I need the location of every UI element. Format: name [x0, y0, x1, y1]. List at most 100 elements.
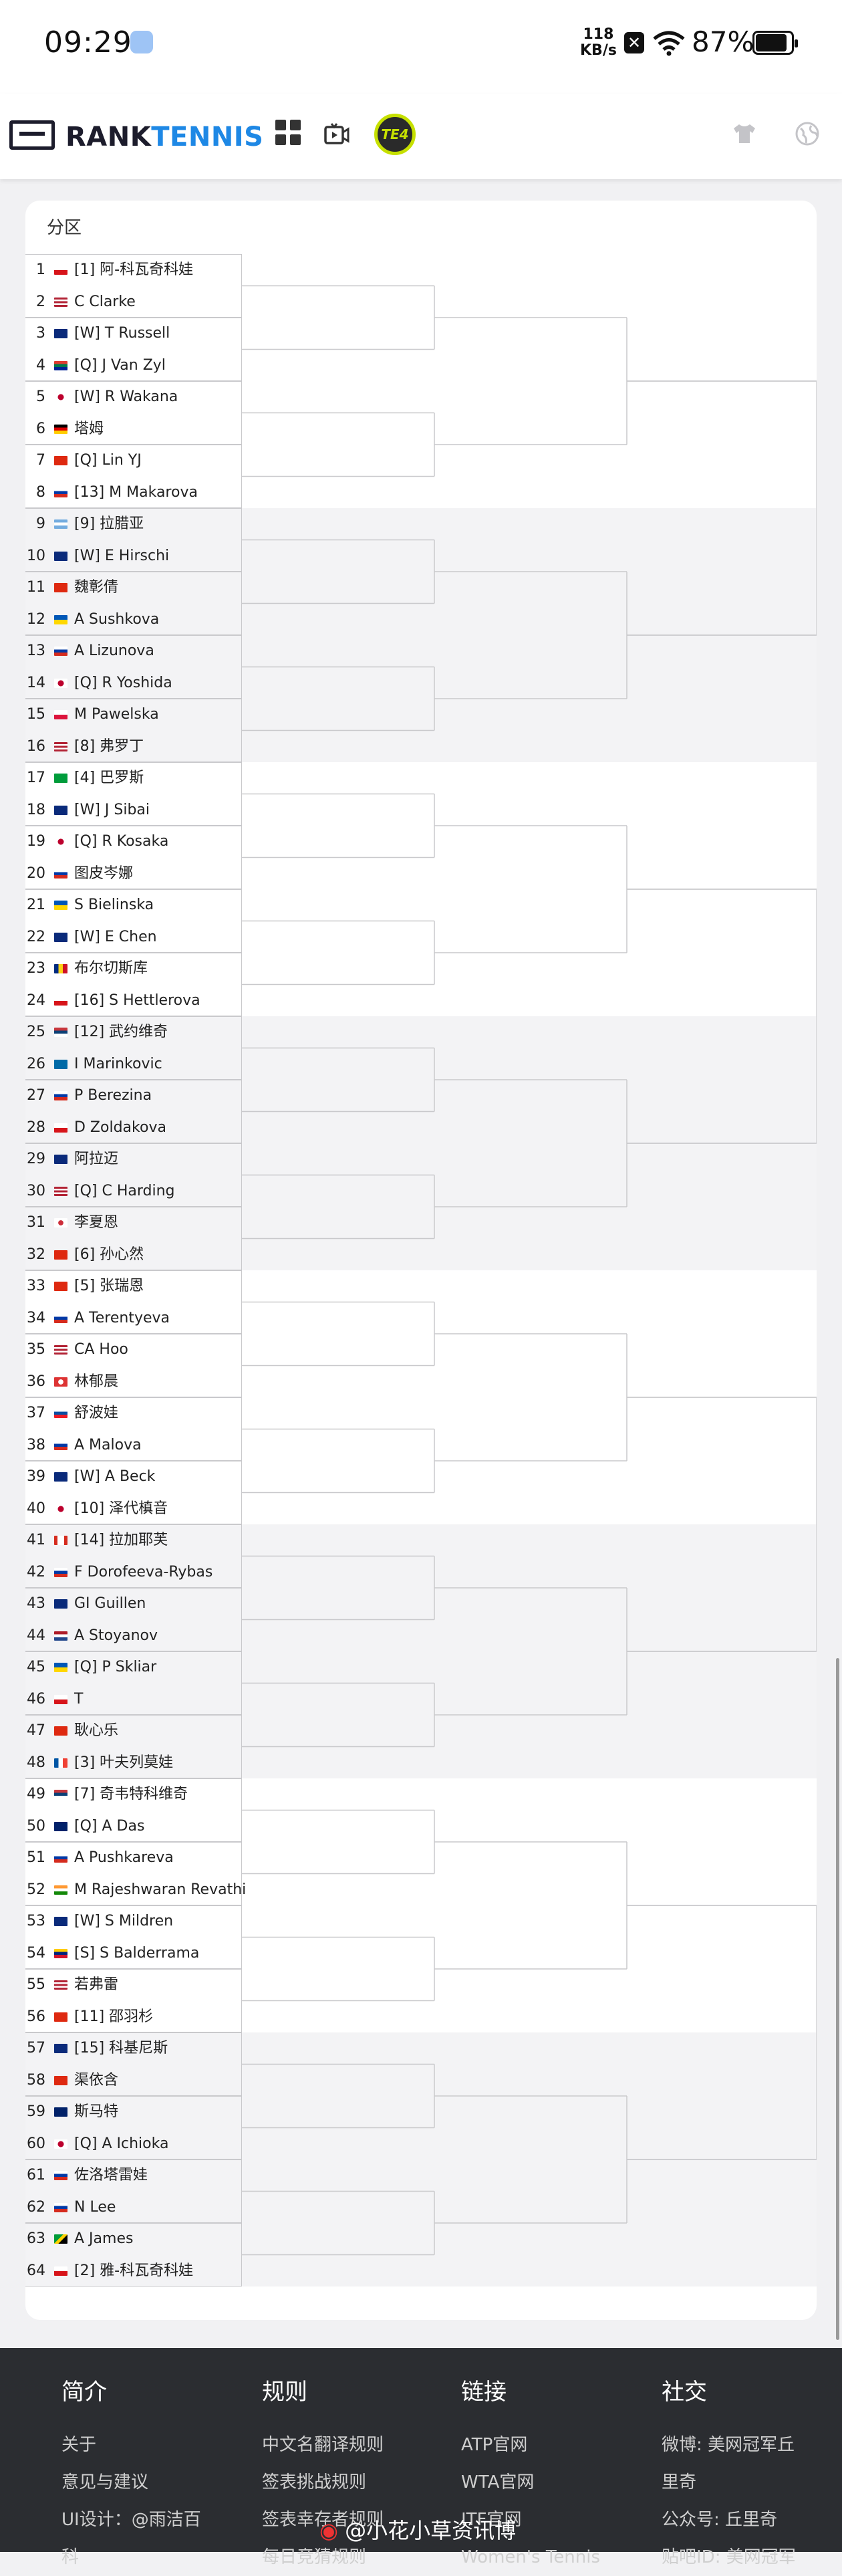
seed-position: 58: [27, 2071, 45, 2089]
weibo-icon: ◉: [319, 2518, 338, 2543]
globe-icon[interactable]: [794, 120, 821, 147]
flag-cn-icon: [54, 2075, 67, 2085]
flag-nz-icon: [54, 1821, 67, 1831]
flag-au-icon: [54, 932, 67, 942]
flag-se-icon: [54, 1059, 67, 1069]
seed-position: 24: [27, 991, 45, 1009]
flag-za-icon: [54, 360, 67, 370]
player-name: [Q] A Ichioka: [74, 2135, 169, 2152]
flag-au-icon: [54, 805, 67, 815]
footer-col-rules: 规则 中文名翻译规则 签表挑战规则 签表幸存者规则 每日竞猜规则: [262, 2373, 384, 2576]
player-row[interactable]: 20 图皮岑娜: [25, 858, 246, 889]
network-speed: 118 KB/s: [580, 26, 617, 59]
player-name: N Lee: [74, 2198, 116, 2216]
footer-heading: 简介: [61, 2379, 107, 2406]
player-row[interactable]: 36 林郁晨: [25, 1366, 246, 1397]
player-row[interactable]: 62 N Lee: [25, 2192, 246, 2223]
flag-cz-icon: [54, 2266, 67, 2276]
player-row[interactable]: 42 F Dorofeeva-Rybas: [25, 1556, 246, 1588]
seed-position: 46: [27, 1690, 45, 1708]
player-name: [13] M Makarova: [74, 483, 198, 501]
player-row[interactable]: 34 A Terentyeva: [25, 1302, 246, 1334]
flag-ru-icon: [54, 1313, 67, 1323]
footer-social-weibo[interactable]: 微博: 美网冠军丘: [662, 2426, 796, 2464]
te-badge-icon[interactable]: TE4: [374, 114, 416, 155]
player-row[interactable]: 48 [3] 叶夫列莫娃: [25, 1747, 246, 1778]
footer-social-weibo-cont[interactable]: 里奇: [662, 2464, 796, 2501]
footer-social-wechat[interactable]: 公众号: 丘里奇: [662, 2501, 796, 2539]
shirt-icon[interactable]: [731, 120, 758, 147]
player-row[interactable]: 40 [10] 泽代槙音: [25, 1493, 246, 1524]
player-row[interactable]: 60 [Q] A Ichioka: [25, 2128, 246, 2159]
player-row[interactable]: 50 [Q] A Das: [25, 1810, 246, 1842]
logo-icon[interactable]: [9, 120, 55, 150]
player-row[interactable]: 28 D Zoldakova: [25, 1112, 246, 1143]
player-row[interactable]: 26 I Marinkovic: [25, 1048, 246, 1080]
footer-link-feedback[interactable]: 意见与建议: [61, 2464, 201, 2501]
footer-link-about[interactable]: 关于: [61, 2426, 201, 2464]
player-row[interactable]: 14 [Q] R Yoshida: [25, 667, 246, 699]
site-footer: 简介 关于 意见与建议 UI设计：@雨洁百 科 规则 中文名翻译规则 签表挑战规…: [0, 2348, 842, 2567]
player-row[interactable]: 12 A Sushkova: [25, 604, 246, 635]
player-row[interactable]: 4 [Q] J Van Zyl: [25, 350, 246, 381]
player-name: [10] 泽代槙音: [74, 1500, 168, 1517]
player-row[interactable]: 24 [16] S Hettlerova: [25, 985, 246, 1016]
player-row[interactable]: 2 C Clarke: [25, 286, 246, 318]
seed-position: 16: [27, 737, 45, 755]
player-name: [3] 叶夫列莫娃: [74, 1754, 174, 1771]
flag-ru-icon: [54, 2202, 67, 2212]
player-name: A Sushkova: [74, 610, 160, 628]
footer-heading: 链接: [461, 2379, 507, 2406]
player-name: 图皮岑娜: [74, 864, 134, 882]
player-name: [8] 弗罗丁: [74, 737, 144, 755]
footer-link-challenge-rules[interactable]: 签表挑战规则: [262, 2464, 384, 2501]
player-name: [W] E Hirschi: [74, 547, 170, 564]
video-icon[interactable]: [323, 120, 350, 147]
player-name: [2] 雅-科瓦奇科娃: [74, 2262, 194, 2279]
player-name: [11] 邵羽杉: [74, 2008, 154, 2025]
player-row[interactable]: 54 [S] S Balderrama: [25, 1938, 246, 1969]
player-row[interactable]: 58 渠依含: [25, 2065, 246, 2096]
player-row[interactable]: 10 [W] E Hirschi: [25, 540, 246, 572]
flag-cn-icon: [54, 2012, 67, 2022]
site-logo[interactable]: RANKTENNIS: [65, 122, 264, 152]
player-row[interactable]: 18 [W] J Sibai: [25, 794, 246, 826]
footer-link-translation-rules[interactable]: 中文名翻译规则: [262, 2426, 384, 2464]
flag-ua-icon: [54, 614, 67, 624]
footer-heading: 社交: [662, 2379, 707, 2406]
seed-position: 18: [27, 801, 45, 818]
player-row[interactable]: 16 [8] 弗罗丁: [25, 731, 246, 762]
seed-position: 2: [36, 293, 45, 310]
flag-in-icon: [54, 1885, 67, 1895]
scrollbar[interactable]: [836, 1658, 839, 2340]
player-row[interactable]: 52 M Rajeshwaran Revathi: [25, 1874, 246, 1905]
footer-link-atp[interactable]: ATP官网: [461, 2426, 600, 2464]
player-row[interactable]: 22 [W] E Chen: [25, 921, 246, 953]
seed-position: 52: [27, 1881, 45, 1898]
footer-col-social: 社交 微博: 美网冠军丘 里奇 公众号: 丘里奇 贴吧ID: 美网冠军: [662, 2373, 796, 2576]
player-row[interactable]: 46 T: [25, 1683, 246, 1715]
player-row[interactable]: 6 塔姆: [25, 413, 246, 445]
player-row[interactable]: 56 [11] 邵羽杉: [25, 2001, 246, 2032]
player-name: [Q] R Yoshida: [74, 674, 172, 691]
status-bar: 09:29 118 KB/s ✕ 87%: [0, 0, 842, 94]
footer-link-wta[interactable]: WTA官网: [461, 2464, 600, 2501]
player-row[interactable]: 44 A Stoyanov: [25, 1620, 246, 1651]
seed-position: 60: [27, 2135, 45, 2152]
player-row[interactable]: 8 [13] M Makarova: [25, 477, 246, 508]
seed-position: 20: [27, 864, 45, 882]
flag-cz-icon: [54, 1123, 67, 1133]
player-name: [Q] C Harding: [74, 1182, 175, 1199]
player-name: 林郁晨: [74, 1373, 119, 1390]
footer-social-tieba[interactable]: 贴吧ID: 美网冠军: [662, 2539, 796, 2576]
player-name: [Q] A Das: [74, 1817, 145, 1835]
footer-heading: 规则: [262, 2379, 307, 2406]
flag-ru-icon: [54, 1567, 67, 1577]
player-row[interactable]: 64 [2] 雅-科瓦奇科娃: [25, 2255, 246, 2287]
player-row[interactable]: 30 [Q] C Harding: [25, 1175, 246, 1207]
player-row[interactable]: 32 [6] 孙心然: [25, 1239, 246, 1270]
player-row[interactable]: 38 A Malova: [25, 1429, 246, 1461]
flag-ru-icon: [54, 487, 67, 497]
app-notification-icon: [130, 31, 153, 53]
draw-icon[interactable]: [275, 120, 302, 146]
